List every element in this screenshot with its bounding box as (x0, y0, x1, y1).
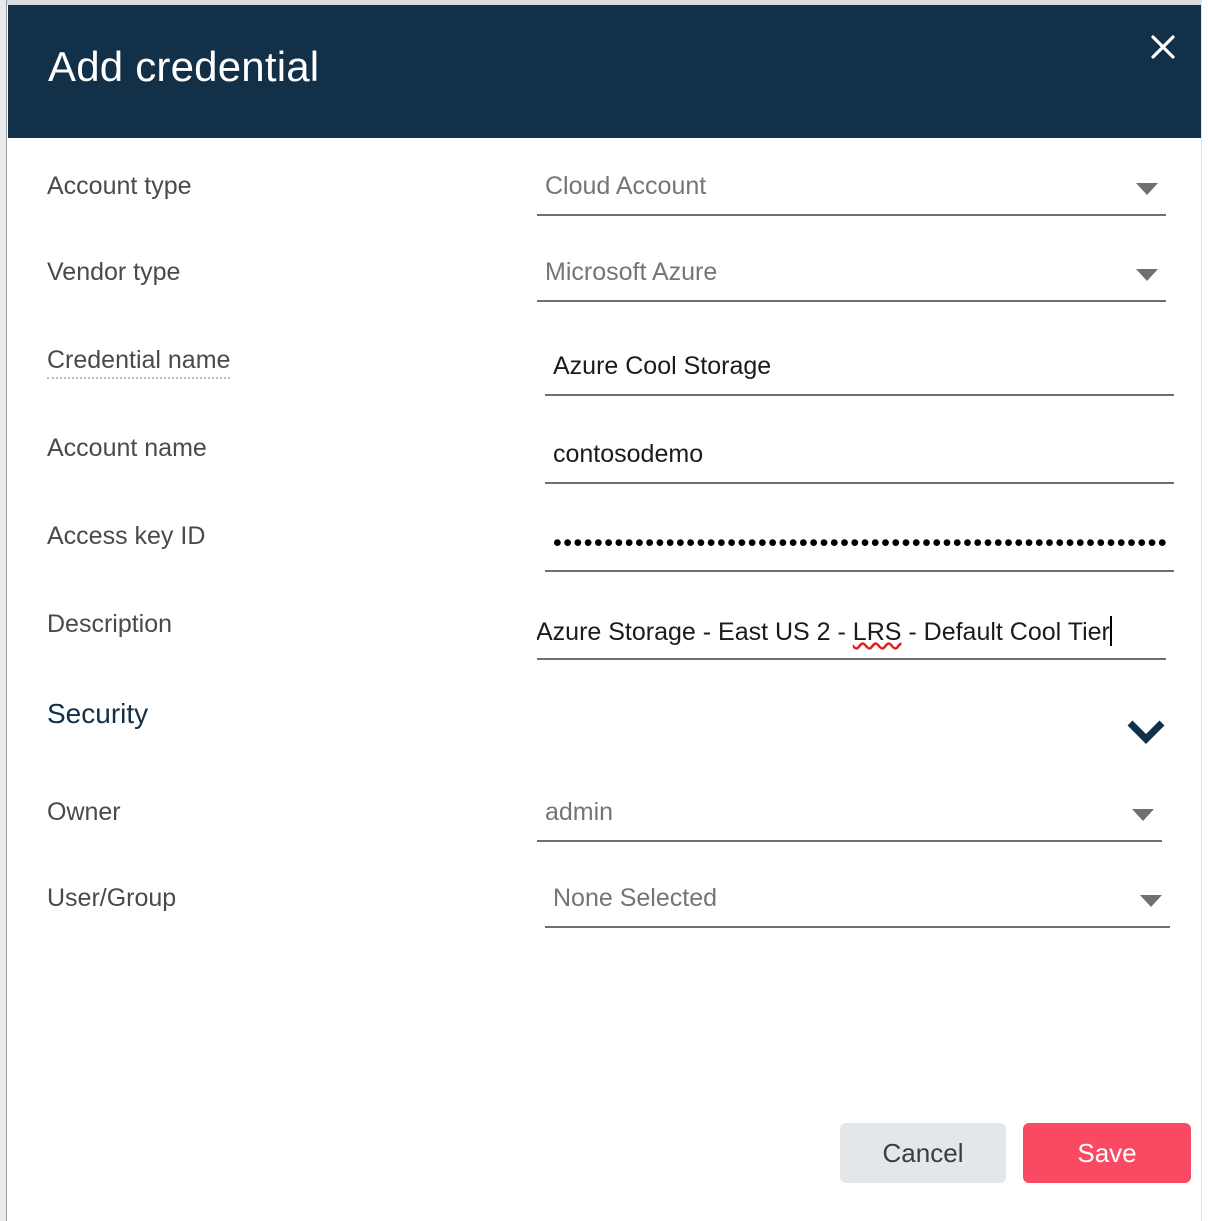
user-group-select[interactable]: None Selected (545, 884, 1170, 928)
field-row-vendor-type: Vendor type Microsoft Azure (8, 258, 1201, 346)
dialog-footer: Cancel Save (8, 1113, 1201, 1193)
label-owner: Owner (47, 798, 121, 826)
field-row-owner: Owner admin (8, 798, 1201, 886)
description-text-clip: Azure Storage - East US 2 - LRS - Defaul… (537, 616, 1166, 658)
cancel-button[interactable]: Cancel (840, 1123, 1006, 1183)
user-group-value: None Selected (553, 884, 718, 912)
field-row-credential-name: Credential name Azure Cool Storage (8, 346, 1201, 434)
label-credential-name[interactable]: Credential name (47, 346, 231, 379)
chevron-down-icon (1140, 895, 1162, 907)
field-row-description: Description Azure Storage - East US 2 - … (8, 610, 1201, 698)
window-left-edge (0, 0, 7, 1221)
chevron-down-icon (1136, 269, 1158, 281)
description-input[interactable]: Azure Storage - East US 2 - LRS - Defaul… (537, 616, 1166, 660)
text-caret (1109, 616, 1112, 646)
label-access-key-id: Access key ID (47, 522, 206, 550)
label-description: Description (47, 610, 173, 638)
credential-name-input[interactable]: Azure Cool Storage (545, 352, 1174, 396)
close-icon (1148, 32, 1178, 62)
chevron-down-icon (1132, 809, 1154, 821)
save-button[interactable]: Save (1023, 1123, 1191, 1183)
account-name-value: contosodemo (553, 440, 704, 468)
credential-name-value: Azure Cool Storage (553, 352, 772, 380)
description-prefix: Azure Storage - East US 2 - (537, 618, 853, 646)
vendor-type-value: Microsoft Azure (545, 258, 718, 286)
access-key-id-value: ••••••••••••••••••••••••••••••••••••••••… (553, 529, 1169, 557)
account-name-input[interactable]: contosodemo (545, 440, 1174, 484)
dialog-body: Account type Cloud Account Vendor type M… (8, 138, 1201, 1221)
security-section-header[interactable]: Security (8, 698, 1201, 768)
field-row-user-group: User/Group None Selected (8, 884, 1201, 972)
description-suffix: - Default Cool Tier (901, 618, 1110, 646)
chevron-down-icon (1126, 718, 1166, 744)
owner-select[interactable]: admin (537, 798, 1162, 842)
dialog-header: Add credential (8, 5, 1201, 138)
description-misspelled-word: LRS (852, 618, 902, 646)
label-account-name: Account name (47, 434, 207, 462)
vendor-type-select[interactable]: Microsoft Azure (537, 258, 1166, 302)
add-credential-dialog: Add credential Account type Cloud Accoun… (0, 0, 1208, 1221)
field-row-account-type: Account type Cloud Account (8, 172, 1201, 260)
close-button[interactable] (1141, 25, 1185, 69)
field-row-access-key-id: Access key ID ••••••••••••••••••••••••••… (8, 522, 1201, 610)
security-heading: Security (47, 698, 149, 729)
window-right-edge (1201, 0, 1208, 1221)
label-account-type: Account type (47, 172, 192, 200)
chevron-down-icon (1136, 183, 1158, 195)
page-title: Add credential (48, 43, 320, 90)
account-type-select[interactable]: Cloud Account (537, 172, 1166, 216)
account-type-value: Cloud Account (545, 172, 707, 200)
security-collapse-toggle[interactable] (1126, 718, 1166, 744)
description-value: Azure Storage - East US 2 - LRS - Defaul… (537, 616, 1112, 647)
field-row-account-name: Account name contosodemo (8, 434, 1201, 522)
owner-value: admin (545, 798, 614, 826)
label-user-group: User/Group (47, 884, 177, 912)
access-key-id-input[interactable]: ••••••••••••••••••••••••••••••••••••••••… (545, 528, 1174, 572)
label-vendor-type: Vendor type (47, 258, 181, 286)
